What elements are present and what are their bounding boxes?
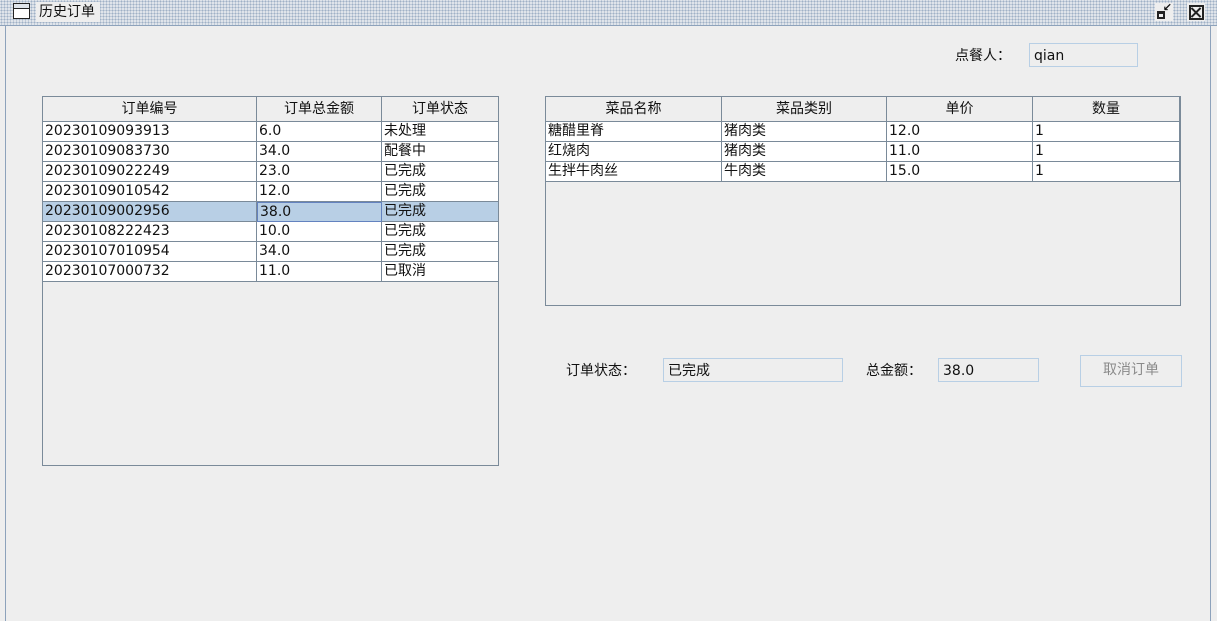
- table-cell[interactable]: 11.0: [257, 262, 382, 282]
- table-row[interactable]: 20230109010542 12.0 已完成: [43, 182, 498, 202]
- customer-label: 点餐人：: [955, 48, 1011, 64]
- cancel-order-button[interactable]: 取消订单: [1080, 355, 1182, 387]
- table-row[interactable]: 20230109022249 23.0 已完成: [43, 162, 498, 182]
- title-bar[interactable]: 历史订单 ↙: [0, 0, 1217, 26]
- table-cell[interactable]: 10.0: [257, 222, 382, 242]
- customer-field[interactable]: qian: [1029, 43, 1138, 67]
- table-row[interactable]: 糖醋里脊 猪肉类 12.0 1: [546, 122, 1180, 142]
- table-cell[interactable]: 20230107000732: [43, 262, 257, 282]
- table-cell[interactable]: 猪肉类: [722, 122, 887, 142]
- table-cell[interactable]: 已完成: [382, 182, 498, 202]
- table-cell[interactable]: 已取消: [382, 262, 498, 282]
- table-cell[interactable]: 38.0: [257, 202, 382, 222]
- table-cell[interactable]: 猪肉类: [722, 142, 887, 162]
- table-cell[interactable]: 12.0: [887, 122, 1033, 142]
- table-cell[interactable]: 20230107010954: [43, 242, 257, 262]
- arrow-icon: ↙: [1162, 1, 1172, 14]
- window-frame-right: [1210, 26, 1217, 621]
- table-cell[interactable]: 12.0: [257, 182, 382, 202]
- table-cell[interactable]: 34.0: [257, 242, 382, 262]
- order-status-label: 订单状态：: [566, 363, 636, 379]
- table-cell[interactable]: 23.0: [257, 162, 382, 182]
- total-amount-label: 总金额：: [866, 363, 922, 379]
- table-cell[interactable]: 11.0: [887, 142, 1033, 162]
- orders-table-body[interactable]: 20230109093913 6.0 未处理 20230109083730 34.0 配餐…: [43, 122, 498, 282]
- table-cell[interactable]: 已完成: [382, 242, 498, 262]
- table-row[interactable]: 20230109002956 38.0 已完成: [43, 202, 498, 222]
- orders-column-header[interactable]: 订单总金额: [257, 97, 382, 122]
- table-cell[interactable]: 配餐中: [382, 142, 498, 162]
- table-cell[interactable]: 6.0: [257, 122, 382, 142]
- dishes-column-header[interactable]: 菜品类别: [722, 97, 887, 122]
- dishes-column-header[interactable]: 单价: [887, 97, 1033, 122]
- total-amount-field[interactable]: 38.0: [938, 358, 1039, 382]
- table-cell[interactable]: 1: [1033, 122, 1180, 142]
- table-cell[interactable]: 20230109093913: [43, 122, 257, 142]
- table-cell[interactable]: 20230109002956: [43, 202, 257, 222]
- table-cell[interactable]: 已完成: [382, 222, 498, 242]
- table-row[interactable]: 红烧肉 猪肉类 11.0 1: [546, 142, 1180, 162]
- table-row[interactable]: 20230109093913 6.0 未处理: [43, 122, 498, 142]
- table-cell[interactable]: 生拌牛肉丝: [546, 162, 722, 182]
- window-title: 历史订单: [36, 2, 100, 22]
- table-cell[interactable]: 已完成: [382, 202, 498, 222]
- window-icon: [13, 3, 30, 19]
- dishes-table[interactable]: 菜品名称 菜品类别 单价 数量 糖醋里脊 猪肉类 12.0 1 红烧肉 猪肉类 11.0 1 生拌牛肉…: [545, 96, 1181, 306]
- orders-table-header: 订单编号 订单总金额 订单状态: [43, 97, 498, 122]
- table-cell[interactable]: 20230109083730: [43, 142, 257, 162]
- table-row[interactable]: 20230107010954 34.0 已完成: [43, 242, 498, 262]
- dishes-table-header: 菜品名称 菜品类别 单价 数量: [546, 97, 1180, 122]
- table-row[interactable]: 生拌牛肉丝 牛肉类 15.0 1: [546, 162, 1180, 182]
- table-cell[interactable]: 红烧肉: [546, 142, 722, 162]
- table-cell[interactable]: 未处理: [382, 122, 498, 142]
- table-cell[interactable]: 20230108222423: [43, 222, 257, 242]
- table-cell[interactable]: 20230109022249: [43, 162, 257, 182]
- window-frame-left: [0, 26, 6, 621]
- table-cell[interactable]: 1: [1033, 162, 1180, 182]
- orders-column-header[interactable]: 订单编号: [43, 97, 257, 122]
- table-row[interactable]: 20230109083730 34.0 配餐中: [43, 142, 498, 162]
- order-status-field[interactable]: 已完成: [663, 358, 843, 382]
- table-cell[interactable]: 20230109010542: [43, 182, 257, 202]
- table-row[interactable]: 20230107000732 11.0 已取消: [43, 262, 498, 282]
- table-cell[interactable]: 牛肉类: [722, 162, 887, 182]
- orders-table[interactable]: 订单编号 订单总金额 订单状态 20230109093913 6.0 未处理 202301…: [42, 96, 499, 466]
- table-row[interactable]: 20230108222423 10.0 已完成: [43, 222, 498, 242]
- table-cell[interactable]: 15.0: [887, 162, 1033, 182]
- table-cell[interactable]: 糖醋里脊: [546, 122, 722, 142]
- table-cell[interactable]: 1: [1033, 142, 1180, 162]
- dishes-column-header[interactable]: 数量: [1033, 97, 1180, 122]
- close-icon: [1188, 4, 1204, 20]
- orders-column-header[interactable]: 订单状态: [382, 97, 498, 122]
- dishes-column-header[interactable]: 菜品名称: [546, 97, 722, 122]
- dishes-table-body[interactable]: 糖醋里脊 猪肉类 12.0 1 红烧肉 猪肉类 11.0 1 生拌牛肉丝 牛肉类 15.0 1: [546, 122, 1180, 182]
- table-cell[interactable]: 已完成: [382, 162, 498, 182]
- restore-button[interactable]: ↙: [1155, 1, 1173, 21]
- table-cell[interactable]: 34.0: [257, 142, 382, 162]
- close-button[interactable]: [1187, 3, 1205, 21]
